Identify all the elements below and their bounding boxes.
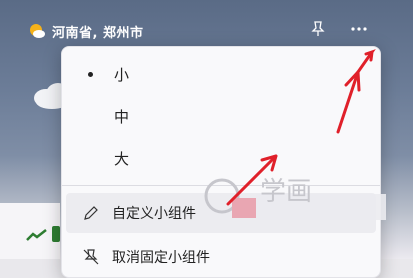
trend-label-fragment [52, 226, 60, 242]
menu-item-label: 大 [114, 149, 130, 168]
menu-item-unpin-widget[interactable]: 取消固定小组件 [62, 237, 380, 277]
pin-icon[interactable] [309, 20, 327, 38]
watermark-logo: 学画 [204, 177, 386, 220]
location-label: 河南省, 郑州市 [52, 25, 144, 41]
menu-item-label: 取消固定小组件 [112, 250, 210, 266]
pencil-icon [84, 206, 98, 220]
trend-up-icon [26, 229, 47, 241]
selected-bullet-icon [88, 72, 93, 77]
widget-header: 河南省, 郑州市 [28, 20, 143, 42]
more-options-icon[interactable] [347, 20, 371, 38]
menu-item-label: 小 [114, 65, 130, 84]
widget-context-menu: 小 中 大 自定义小组件 取消固定小组件 [61, 46, 381, 278]
menu-item-size-medium[interactable]: 中 [62, 96, 380, 136]
menu-item-label: 自定义小组件 [112, 206, 196, 222]
unpin-icon [83, 249, 99, 265]
partly-sunny-icon [30, 24, 45, 38]
menu-item-label: 中 [114, 107, 130, 126]
watermark-text: 学画 [260, 177, 312, 207]
menu-item-size-small[interactable]: 小 [62, 54, 380, 94]
